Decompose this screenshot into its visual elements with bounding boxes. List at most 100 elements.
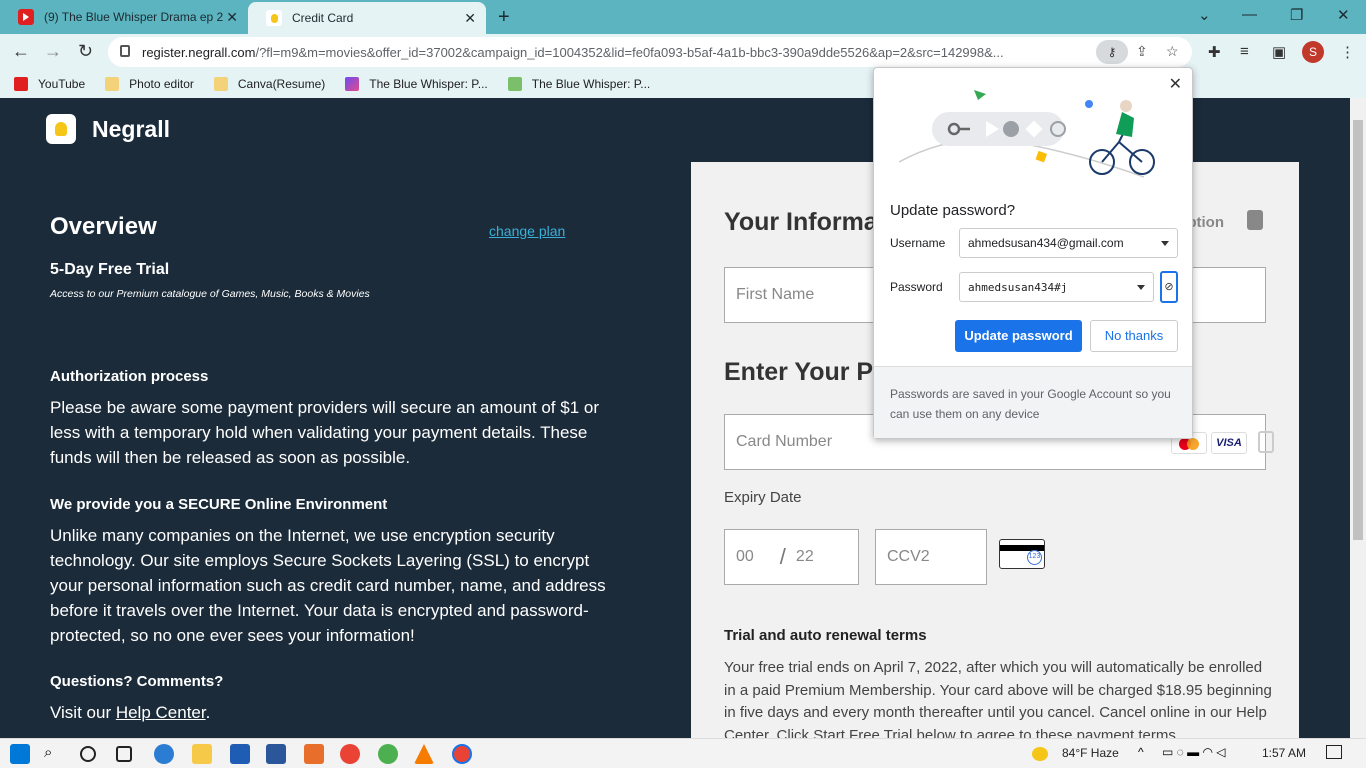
lock-icon	[1247, 210, 1263, 230]
bookmark-label: The Blue Whisper: P...	[369, 77, 488, 91]
chrome-icon[interactable]	[340, 744, 360, 764]
tray-chevron-up-icon[interactable]: ^	[1138, 745, 1144, 759]
tab-close-icon[interactable]: ✕	[464, 10, 476, 27]
minimize-button[interactable]: —	[1242, 6, 1257, 23]
tab-close-icon[interactable]: ✕	[226, 9, 238, 26]
bookmark-canva[interactable]: Canva(Resume)	[213, 77, 326, 91]
browser-toolbar: ← → ↻ register.negrall.com/?fl=m9&m=movi…	[0, 34, 1366, 70]
back-button[interactable]: ←	[12, 41, 30, 62]
negrall-favicon-icon	[266, 10, 282, 26]
expiry-date-label: Expiry Date	[724, 489, 802, 506]
payment-heading: Enter Your P	[724, 358, 874, 386]
expiry-year[interactable]: 22	[796, 548, 814, 566]
password-value: ahmedsusan434#j	[968, 280, 1068, 294]
questions-heading: Questions? Comments?	[50, 673, 224, 690]
secure-text: Unlike many companies on the Internet, w…	[50, 526, 606, 645]
username-value: ahmedsusan434@gmail.com	[968, 236, 1124, 250]
windows-start-icon[interactable]	[10, 744, 30, 764]
reload-button[interactable]: ↻	[78, 41, 93, 62]
bookmark-label: Photo editor	[129, 77, 194, 91]
app-icon[interactable]	[378, 744, 398, 764]
bookmark-blue-whisper-1[interactable]: The Blue Whisper: P...	[345, 77, 488, 91]
notification-icon[interactable]	[1326, 745, 1342, 759]
bookmark-label: The Blue Whisper: P...	[531, 77, 651, 91]
update-password-button[interactable]: Update password	[955, 320, 1082, 352]
youtube-icon	[18, 9, 34, 25]
clock[interactable]: 1:57 AM	[1262, 746, 1306, 760]
folder-icon	[105, 77, 120, 91]
bookmark-label: YouTube	[38, 77, 86, 91]
visa-icon: VISA	[1211, 432, 1247, 454]
store-icon[interactable]	[230, 744, 250, 764]
tray-icons[interactable]: ▭ ◌ ▬ ◠ ◁	[1162, 745, 1226, 759]
hide-password-eye-icon[interactable]: ⊘	[1160, 271, 1178, 303]
terms-heading: Trial and auto renewal terms	[724, 627, 927, 644]
password-illustration	[898, 90, 1155, 178]
username-select[interactable]: ahmedsusan434@gmail.com	[959, 228, 1178, 258]
forward-button[interactable]: →	[44, 41, 62, 62]
profile-avatar[interactable]: S	[1302, 41, 1324, 63]
lock-icon[interactable]	[120, 45, 130, 57]
url-text[interactable]: register.negrall.com/?fl=m9&m=movies&off…	[142, 45, 1092, 60]
update-password-dialog: ✕ Update password? Username ahmedsusan43…	[873, 67, 1193, 439]
url-domain: register.negrall.com	[142, 45, 256, 60]
tab-youtube[interactable]: (9) The Blue Whisper Drama ep 2 ✕	[0, 0, 248, 34]
terms-text: Your free trial ends on April 7, 2022, a…	[724, 659, 1272, 738]
cvc-hint-card-icon: 123	[999, 539, 1045, 569]
menu-icon[interactable]: ⋮	[1340, 43, 1355, 61]
restore-button[interactable]: ❐	[1290, 6, 1303, 24]
scroll-thumb[interactable]	[1353, 120, 1363, 540]
kissasian-icon	[345, 77, 360, 91]
lock-icon	[1258, 431, 1274, 453]
weather-text[interactable]: 84°F Haze	[1062, 746, 1119, 760]
chrome-active-icon[interactable]	[452, 744, 472, 764]
chevron-down-icon	[1161, 241, 1169, 246]
weather-icon[interactable]	[1032, 747, 1048, 761]
tab-credit-card[interactable]: Credit Card ✕	[248, 2, 486, 34]
address-bar[interactable]: register.negrall.com/?fl=m9&m=movies&off…	[108, 37, 1192, 67]
username-label: Username	[890, 236, 946, 250]
bookmark-star-icon[interactable]: ☆	[1166, 43, 1179, 60]
xampp-icon[interactable]	[304, 744, 324, 764]
search-icon[interactable]: ⌕	[44, 744, 64, 764]
vlc-icon[interactable]	[414, 744, 434, 764]
file-explorer-icon[interactable]	[192, 744, 212, 764]
tab-bar: (9) The Blue Whisper Drama ep 2 ✕ Credit…	[0, 0, 1366, 34]
side-panel-icon[interactable]: ▣	[1272, 43, 1286, 61]
edge-icon[interactable]	[154, 744, 174, 764]
help-center-link[interactable]: Help Center	[116, 703, 206, 722]
close-window-button[interactable]: ✕	[1337, 6, 1350, 24]
expiry-separator: /	[779, 544, 786, 569]
overview-heading: Overview	[50, 213, 157, 240]
extensions-icon[interactable]: ✚	[1208, 43, 1221, 61]
chevron-down-icon	[1137, 285, 1145, 290]
close-icon[interactable]: ✕	[1169, 74, 1182, 94]
cortana-icon[interactable]	[80, 746, 96, 762]
ccv-input[interactable]: CCV2	[875, 529, 987, 585]
tab-search-icon[interactable]: ⌄	[1198, 6, 1211, 24]
expiry-month[interactable]: 00	[736, 548, 754, 566]
auth-heading: Authorization process	[50, 368, 209, 385]
mail-icon[interactable]	[266, 744, 286, 764]
bookmark-photo-editor[interactable]: Photo editor	[105, 77, 194, 91]
visit-prefix: Visit our	[50, 703, 116, 722]
media-icon[interactable]: ≡	[1240, 43, 1249, 60]
folder-icon	[213, 77, 228, 91]
lightbulb-logo-icon	[46, 114, 76, 144]
change-plan-link[interactable]: change plan	[489, 223, 565, 239]
task-view-icon[interactable]	[116, 746, 132, 762]
new-tab-button[interactable]: +	[498, 6, 510, 29]
share-icon[interactable]: ⇪	[1136, 43, 1148, 60]
bookmark-blue-whisper-2[interactable]: The Blue Whisper: P...	[507, 77, 651, 91]
password-select[interactable]: ahmedsusan434#j	[959, 272, 1154, 302]
secure-heading: We provide you a SECURE Online Environme…	[50, 496, 388, 513]
bookmark-label: Canva(Resume)	[237, 77, 326, 91]
password-key-icon[interactable]: ⚷	[1096, 40, 1128, 64]
no-thanks-button[interactable]: No thanks	[1090, 320, 1178, 352]
brand-name: Negrall	[92, 115, 170, 142]
expiry-date-input[interactable]: 00 / 22	[724, 529, 859, 585]
trial-title: 5-Day Free Trial	[50, 261, 170, 278]
page-scrollbar[interactable]	[1350, 98, 1366, 738]
youtube-icon	[14, 77, 28, 91]
bookmark-youtube[interactable]: YouTube	[14, 77, 85, 91]
